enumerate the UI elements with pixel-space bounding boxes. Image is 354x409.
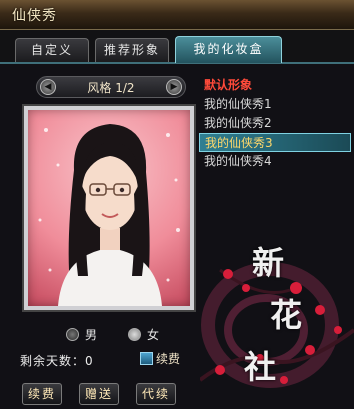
xianxiaxiu-window: 仙侠秀 自定义 推荐形象 我的化妆盒 ◀ 风格 1/2 ▶ 男 女 剩余天数：0… [0,0,354,409]
proxy-renew-button[interactable]: 代续 [136,383,176,405]
watermark-char: 社 [244,348,277,386]
radio-icon[interactable] [66,328,79,341]
remaining-days: 剩余天数：0 [20,354,94,368]
list-item-selected[interactable]: 我的仙侠秀3 [199,133,351,152]
tab-customize[interactable]: 自定义 [15,38,89,62]
window-title: 仙侠秀 [12,8,57,24]
gender-male-label: 男 [85,328,98,342]
renew-button[interactable]: 续费 [22,383,62,405]
plum-blossom-decoration: 新 花 社 [198,230,354,409]
tab-recommended[interactable]: 推荐形象 [95,38,169,62]
title-bar[interactable]: 仙侠秀 [0,0,354,30]
tab-bar: 自定义 推荐形象 我的化妆盒 [0,30,354,64]
list-item[interactable]: 我的仙侠秀4 [199,152,351,171]
style-label: 风格 1/2 [87,81,135,95]
renew-checkbox-label: 续费 [156,352,181,366]
list-item[interactable]: 我的仙侠秀2 [199,114,351,133]
portrait-panel: ◀ 风格 1/2 ▶ 男 女 剩余天数：0 续费 续费 赠送 代续 [10,70,196,405]
character-portrait [24,106,194,310]
character-portrait-illustration [38,124,180,306]
checkbox-icon[interactable] [140,352,153,365]
renew-checkbox[interactable]: 续费 [140,350,180,367]
gift-button[interactable]: 赠送 [79,383,119,405]
gender-female-label: 女 [147,328,160,342]
watermark-char: 花 [270,296,303,334]
gender-male-option[interactable]: 男 [66,326,97,343]
next-style-arrow-icon[interactable]: ▶ [166,79,182,95]
style-selector: ◀ 风格 1/2 ▶ [36,76,186,98]
list-item-default-look[interactable]: 默认形象 [199,76,351,95]
outfit-list: 默认形象 我的仙侠秀1 我的仙侠秀2 我的仙侠秀3 我的仙侠秀4 [199,76,351,171]
tab-makeup-box[interactable]: 我的化妆盒 [175,36,282,63]
gender-female-option[interactable]: 女 [128,326,159,343]
radio-selected-icon[interactable] [128,328,141,341]
prev-style-arrow-icon[interactable]: ◀ [40,79,56,95]
list-item[interactable]: 我的仙侠秀1 [199,95,351,114]
watermark-char: 新 [252,244,285,282]
